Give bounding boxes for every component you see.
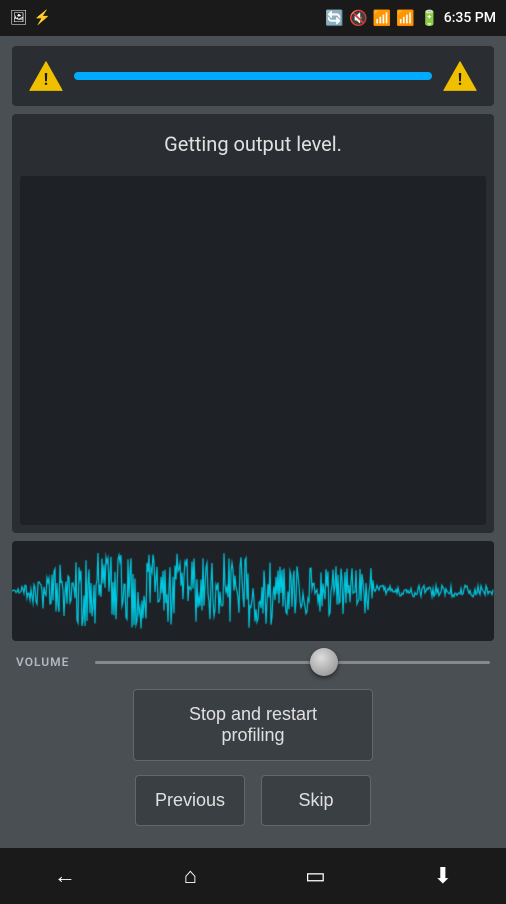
status-bar-left: 🖼 ⚡ [10, 10, 51, 26]
svg-text:!: ! [44, 70, 48, 89]
svg-text:!: ! [458, 70, 462, 89]
skip-button[interactable]: Skip [261, 775, 371, 826]
back-nav-icon[interactable]: ← [54, 863, 76, 889]
status-bar-right: 🔄 🔇 📶 📶 🔋 6:35 PM [325, 9, 496, 27]
warning-right-icon: ! [442, 58, 478, 94]
warning-bar: ! ! [12, 46, 494, 106]
previous-button[interactable]: Previous [135, 775, 245, 826]
volume-mute-icon: 🔇 [349, 9, 368, 27]
waveform-area [20, 176, 486, 525]
restart-profiling-button[interactable]: Stop and restart profiling [133, 689, 373, 761]
nav-buttons-row: Previous Skip [135, 775, 371, 826]
sync-icon: 🔄 [325, 9, 344, 27]
output-panel: Getting output level. [12, 114, 494, 533]
usb-icon: ⚡ [34, 10, 51, 26]
signal-icon: 📶 [396, 9, 415, 27]
audio-strip-canvas [12, 541, 494, 641]
button-section: Stop and restart profiling Previous Skip [12, 683, 494, 838]
volume-label: VOLUME [16, 655, 81, 669]
progress-fill [74, 72, 432, 80]
battery-icon: 🔋 [420, 9, 439, 27]
volume-slider-track[interactable] [95, 661, 490, 664]
gallery-icon: 🖼 [10, 10, 28, 26]
status-bar: 🖼 ⚡ 🔄 🔇 📶 📶 🔋 6:35 PM [0, 0, 506, 36]
volume-slider-thumb[interactable] [310, 648, 338, 676]
home-nav-icon[interactable]: ⌂ [184, 863, 197, 889]
recents-nav-icon[interactable]: ▭ [305, 864, 326, 889]
status-time: 6:35 PM [444, 10, 496, 26]
audio-strip [12, 541, 494, 641]
main-content: ! ! Getting output level. VOLUME Stop an… [0, 36, 506, 848]
progress-track [74, 72, 432, 80]
waveform-canvas [20, 176, 486, 525]
volume-row: VOLUME [12, 649, 494, 675]
output-title: Getting output level. [12, 114, 494, 168]
download-nav-icon[interactable]: ⬇ [434, 864, 452, 889]
warning-left-icon: ! [28, 58, 64, 94]
nav-bar: ← ⌂ ▭ ⬇ [0, 848, 506, 904]
wifi-icon: 📶 [373, 9, 392, 27]
